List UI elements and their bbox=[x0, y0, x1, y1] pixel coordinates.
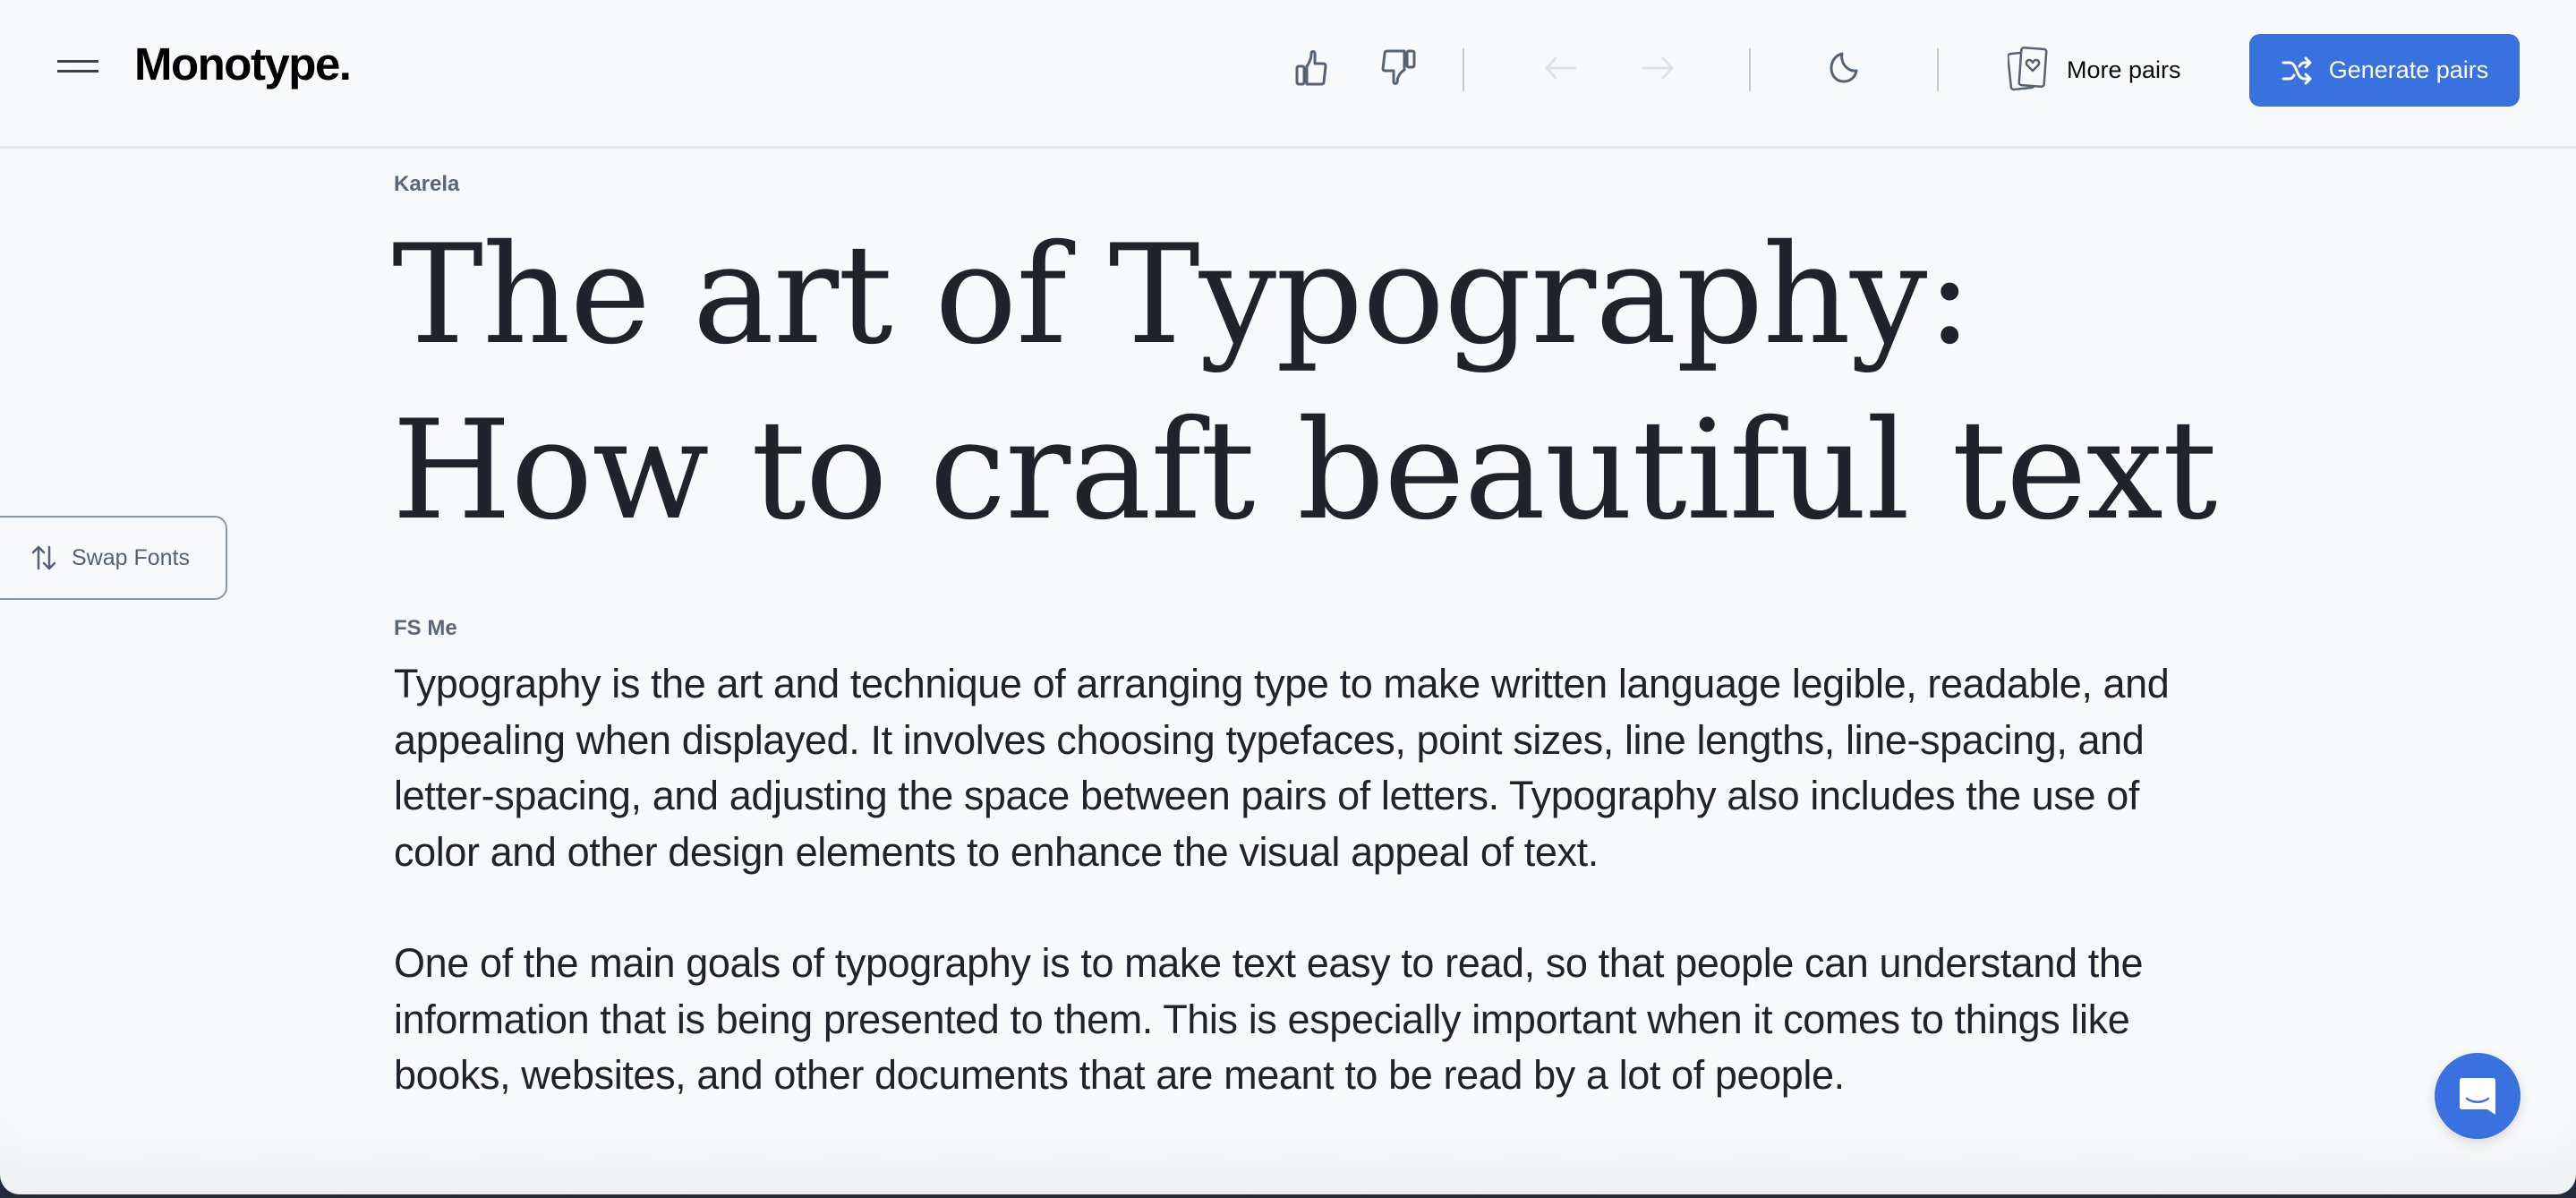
arrow-left-icon bbox=[1545, 56, 1577, 80]
app-window: Monotype. More pairs Generate pairs Kare… bbox=[0, 0, 2576, 1194]
cards-heart-icon bbox=[2008, 47, 2048, 91]
next-button[interactable] bbox=[1638, 48, 1677, 88]
swap-vertical-arrows-icon bbox=[31, 545, 56, 570]
divider bbox=[1749, 48, 1751, 91]
body-font-name: FS Me bbox=[394, 616, 457, 640]
dark-mode-toggle[interactable] bbox=[1824, 48, 1864, 88]
like-button[interactable] bbox=[1294, 48, 1334, 88]
top-navbar: Monotype. More pairs Generate pairs bbox=[0, 0, 2576, 149]
body-paragraph: Typography is the art and technique of a… bbox=[394, 661, 2170, 875]
chat-support-button[interactable] bbox=[2435, 1053, 2521, 1139]
generate-pairs-button[interactable]: Generate pairs bbox=[2249, 34, 2520, 107]
dislike-button[interactable] bbox=[1378, 48, 1418, 88]
divider bbox=[1937, 48, 1939, 91]
swap-fonts-label: Swap Fonts bbox=[72, 544, 191, 570]
more-pairs-button[interactable]: More pairs bbox=[2008, 45, 2181, 95]
more-pairs-label: More pairs bbox=[2067, 56, 2181, 83]
hamburger-menu-icon-line bbox=[57, 70, 98, 73]
shuffle-icon bbox=[2282, 56, 2312, 84]
heading-preview: The art of Typography: How to craft beau… bbox=[392, 216, 2217, 551]
heading-font-name: Karela bbox=[394, 172, 460, 196]
hamburger-menu-icon bbox=[57, 60, 98, 63]
moon-icon bbox=[1830, 52, 1858, 83]
monotype-logo[interactable]: Monotype. bbox=[134, 38, 352, 90]
divider bbox=[1463, 48, 1464, 91]
menu-button[interactable] bbox=[54, 57, 98, 77]
arrow-right-icon bbox=[1642, 56, 1674, 80]
previous-button[interactable] bbox=[1541, 48, 1581, 88]
body-paragraph: One of the main goals of typography is t… bbox=[394, 940, 2144, 1098]
thumbs-up-icon bbox=[1295, 50, 1327, 86]
swap-fonts-button[interactable]: Swap Fonts bbox=[0, 516, 227, 600]
thumbs-down-icon bbox=[1381, 49, 1416, 85]
generate-pairs-label: Generate pairs bbox=[2328, 56, 2489, 83]
chat-bubble-icon bbox=[2460, 1078, 2495, 1115]
